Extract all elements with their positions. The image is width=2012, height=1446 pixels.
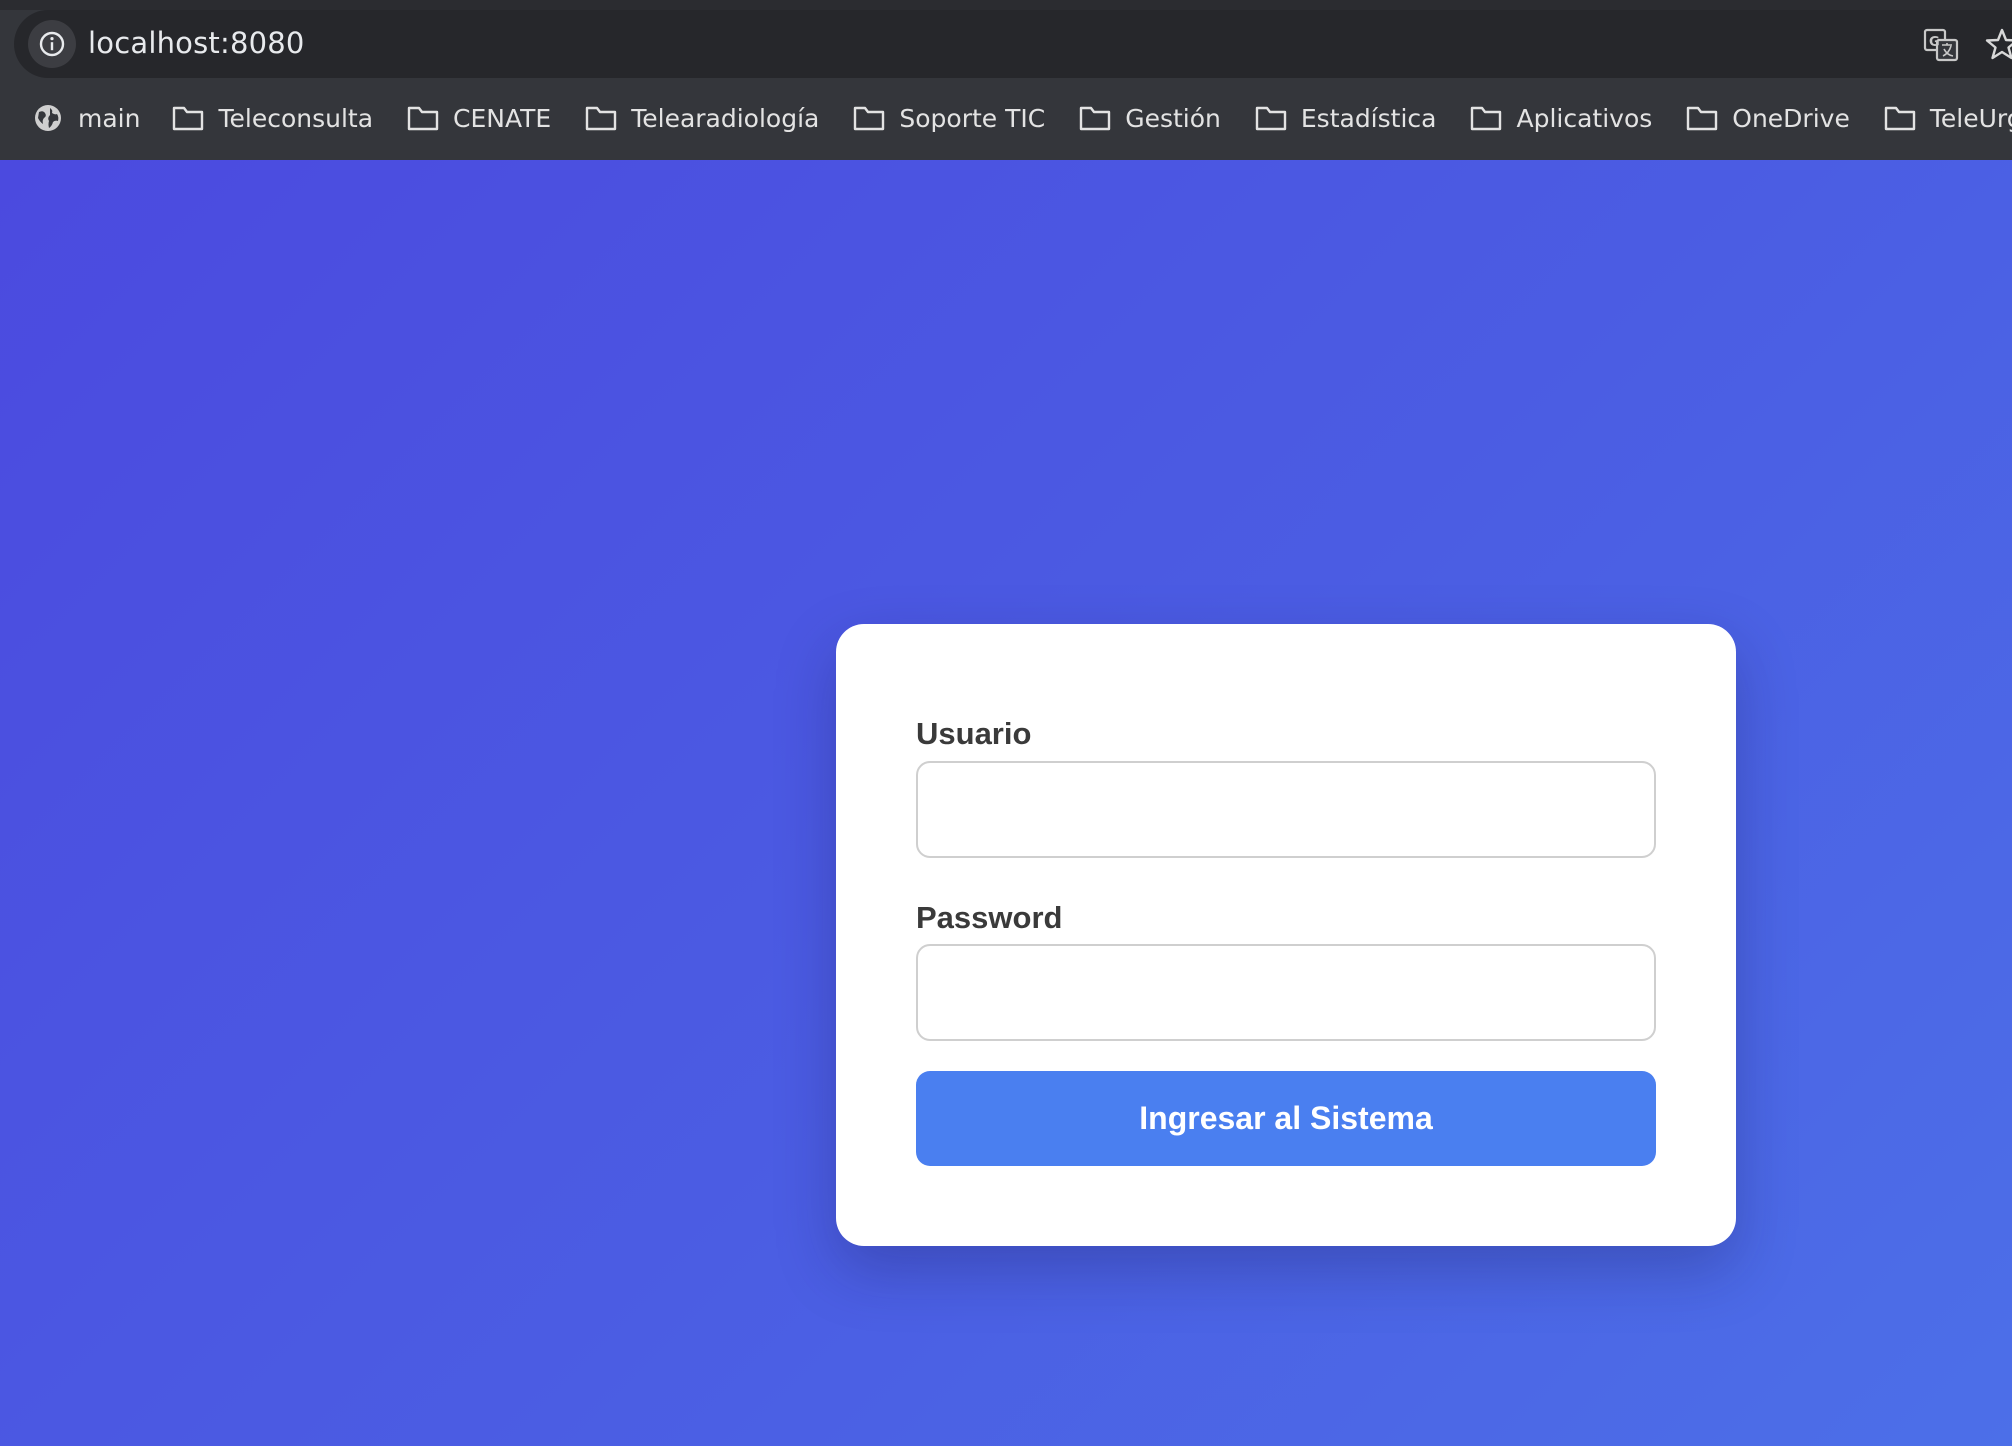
- bookmark-label: main: [78, 103, 141, 133]
- translate-icon[interactable]: G: [1922, 26, 1960, 64]
- window-top-strip: [0, 0, 2012, 10]
- address-bar[interactable]: localhost:8080: [14, 10, 2012, 78]
- bookmark-label: Telearadiología: [631, 103, 820, 133]
- bookmark-main[interactable]: main: [22, 92, 150, 144]
- bookmark-folder-gestion[interactable]: Gestión: [1069, 92, 1231, 144]
- password-label: Password: [916, 900, 1063, 935]
- bookmark-folder-teleurgencia[interactable]: TeleUrgencia: [1874, 92, 2012, 144]
- folder-icon: [853, 102, 885, 134]
- password-input[interactable]: [916, 944, 1656, 1041]
- star-icon[interactable]: [1984, 26, 2012, 62]
- url-text[interactable]: localhost:8080: [88, 26, 305, 60]
- folder-icon: [1884, 102, 1916, 134]
- bookmark-label: CENATE: [453, 103, 552, 133]
- folder-icon: [1255, 102, 1287, 134]
- folder-icon: [585, 102, 617, 134]
- bookmark-label: Estadística: [1300, 103, 1437, 133]
- bookmark-folder-teleconsulta[interactable]: Teleconsulta: [162, 92, 383, 144]
- bookmark-label: Soporte TIC: [899, 103, 1046, 133]
- svg-text:G: G: [1929, 35, 1940, 50]
- bookmark-folder-telearadiologia[interactable]: Telearadiología: [575, 92, 829, 144]
- globe-icon: [32, 102, 64, 134]
- bookmark-label: Gestión: [1125, 103, 1221, 133]
- info-icon[interactable]: [28, 20, 76, 68]
- bookmark-folder-soporte-tic[interactable]: Soporte TIC: [843, 92, 1055, 144]
- folder-icon: [172, 102, 204, 134]
- login-submit-button[interactable]: Ingresar al Sistema: [916, 1071, 1656, 1166]
- bookmark-folder-cenate[interactable]: CENATE: [397, 92, 561, 144]
- folder-icon: [1470, 102, 1502, 134]
- username-label: Usuario: [916, 716, 1032, 751]
- folder-icon: [407, 102, 439, 134]
- username-input[interactable]: [916, 761, 1656, 858]
- bookmark-label: Aplicativos: [1516, 103, 1653, 133]
- bookmark-folder-aplicativos[interactable]: Aplicativos: [1460, 92, 1662, 144]
- folder-icon: [1079, 102, 1111, 134]
- bookmark-folder-estadistica[interactable]: Estadística: [1245, 92, 1447, 144]
- bookmark-label: TeleUrgencia: [1929, 103, 2012, 133]
- bookmark-label: OneDrive: [1732, 103, 1850, 133]
- bookmarks-bar: main Teleconsulta CENATE Telearadiología…: [0, 90, 2012, 146]
- folder-icon: [1686, 102, 1718, 134]
- browser-chrome: localhost:8080 G main Teleconsulta CENAT…: [0, 0, 2012, 160]
- login-card: Usuario Password Ingresar al Sistema: [836, 624, 1736, 1246]
- bookmark-label: Teleconsulta: [218, 103, 374, 133]
- bookmark-folder-onedrive[interactable]: OneDrive: [1676, 92, 1860, 144]
- page-background: Usuario Password Ingresar al Sistema: [0, 160, 2012, 1446]
